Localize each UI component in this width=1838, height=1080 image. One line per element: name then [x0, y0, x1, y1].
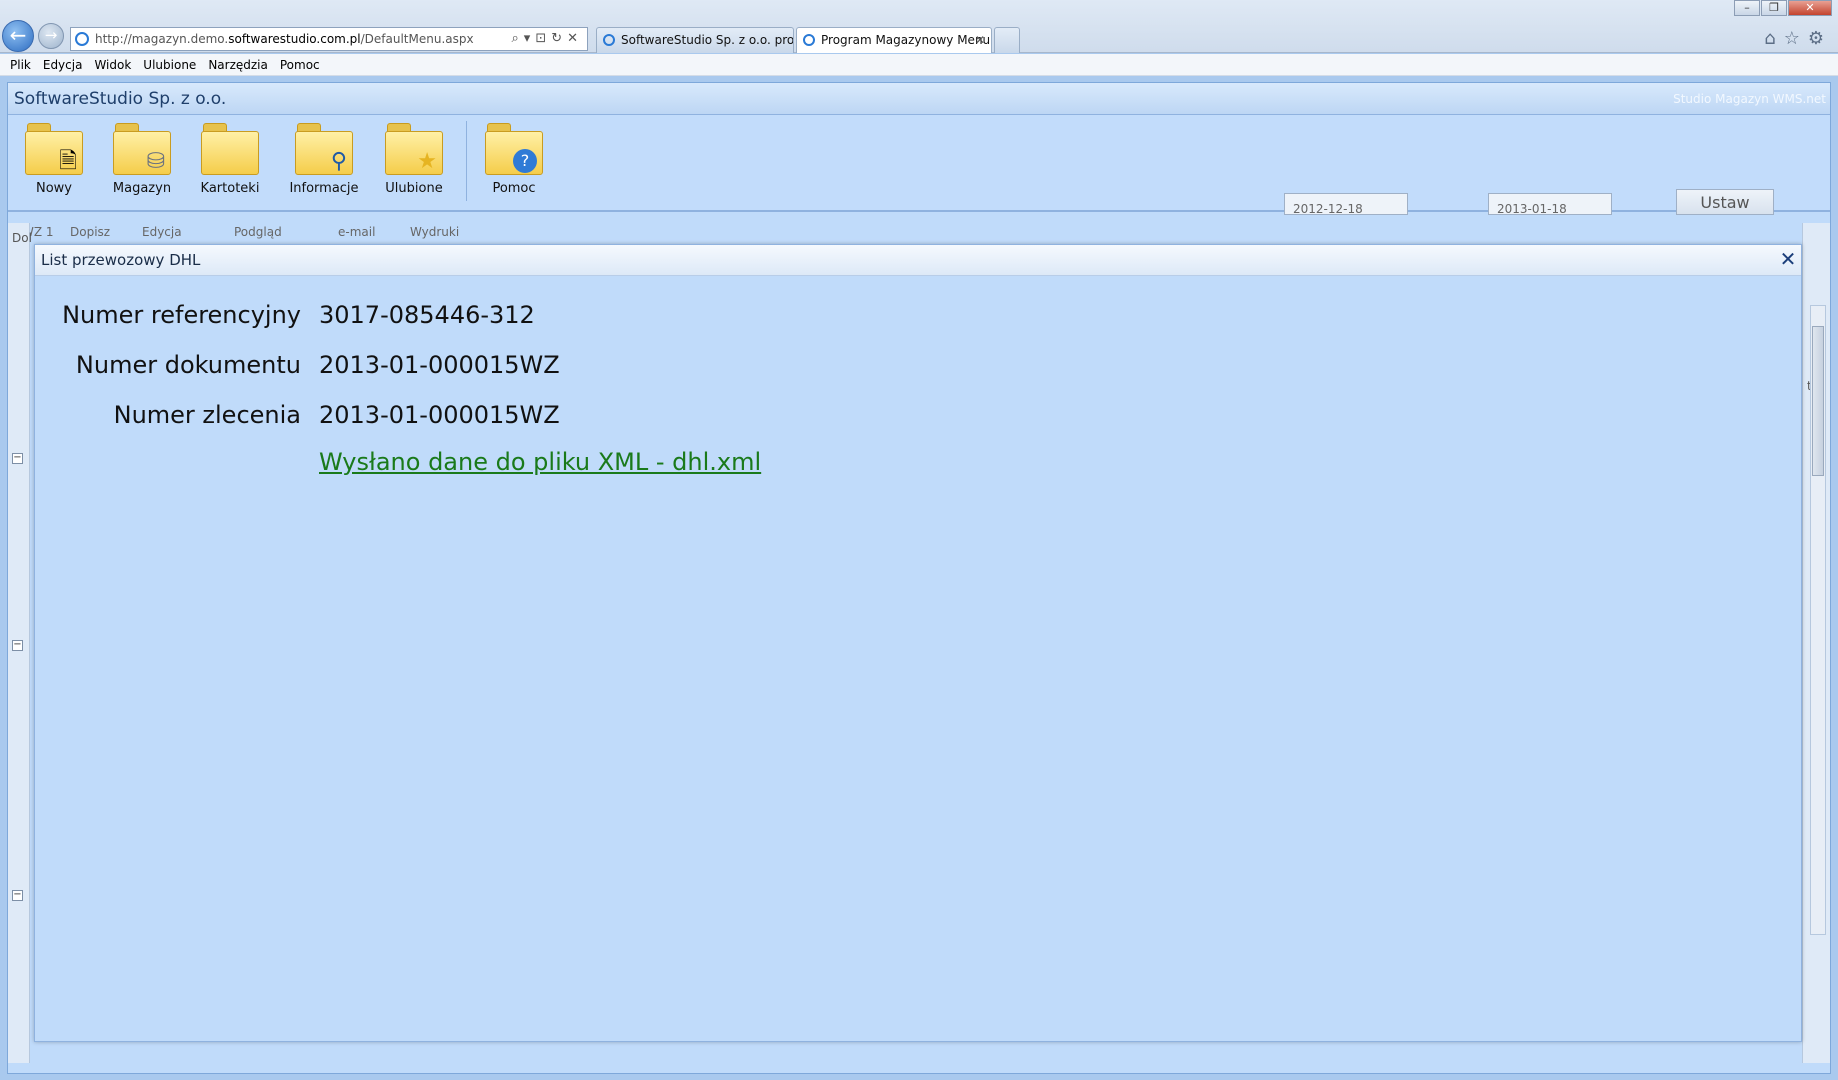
close-window-icon[interactable]: ✕ — [1788, 0, 1832, 16]
dialog-header: List przewozowy DHL ✕ — [35, 245, 1801, 276]
list-left-column: Dol − − − — [8, 223, 32, 1063]
folder-icon: 🗎 — [25, 123, 83, 175]
magnifier-icon: ⚲ — [330, 149, 347, 174]
address-tools-icons[interactable]: ⌕▾⊡↻✕ — [512, 28, 583, 50]
toolbar-dopisz-button[interactable]: Dopisz — [70, 225, 110, 239]
field-value: 3017-085446-312 — [319, 301, 535, 329]
toolbar-wydruki-button[interactable]: Wydruki — [410, 225, 459, 239]
home-icon[interactable]: ⌂ — [1764, 28, 1783, 49]
field-numer-dokumentu: Numer dokumentu 2013-01-000015WZ — [35, 351, 1801, 391]
ribbon-informacje-button[interactable]: ⚲ Informacje — [284, 123, 364, 196]
address-path: /DefaultMenu.aspx — [360, 32, 474, 46]
browser-menubar: Plik Edycja Widok Ulubione Narzędzia Pom… — [0, 54, 1838, 76]
ribbon-ulubione-button[interactable]: ★ Ulubione — [374, 123, 454, 196]
field-label: Numer zlecenia — [113, 401, 301, 429]
star-icon: ★ — [417, 149, 437, 174]
toolbar-email-button[interactable]: e-mail — [338, 225, 375, 239]
list-toolbar: WZ 1 Dopisz Edycja Podgląd e-mail Wydruk… — [8, 219, 1830, 243]
minimize-icon[interactable]: – — [1734, 0, 1760, 16]
xml-export-link[interactable]: Wysłano dane do pliku XML - dhl.xml — [319, 448, 761, 476]
address-prefix: http://magazyn.demo. — [95, 32, 229, 46]
menu-edycja[interactable]: Edycja — [43, 58, 83, 72]
ribbon-label: Magazyn — [112, 181, 172, 196]
dhl-waybill-dialog: List przewozowy DHL ✕ Numer referencyjny… — [34, 244, 1802, 1042]
ribbon-magazyn-button[interactable]: ⛁ Magazyn — [102, 123, 182, 196]
ustaw-button[interactable]: Ustaw — [1676, 189, 1774, 215]
field-value: 2013-01-000015WZ — [319, 351, 560, 379]
folder-icon — [201, 123, 259, 175]
address-bar[interactable]: http://magazyn.demo.softwarestudio.com.p… — [70, 27, 588, 51]
document-icon: 🗎 — [59, 149, 77, 174]
favorites-star-icon[interactable]: ☆ — [1784, 28, 1808, 49]
app-header: SoftwareStudio Sp. z o.o. Studio Magazyn… — [8, 83, 1830, 115]
tab-softwarestudio[interactable]: SoftwareStudio Sp. z o.o. prod... — [596, 27, 794, 53]
ie-icon — [803, 34, 815, 46]
scrollbar-thumb[interactable] — [1812, 326, 1824, 476]
app-title: SoftwareStudio Sp. z o.o. — [14, 89, 227, 109]
field-numer-referencyjny: Numer referencyjny 3017-085446-312 — [35, 301, 1801, 341]
ribbon-kartoteki-button[interactable]: Kartoteki — [190, 123, 270, 196]
back-button[interactable]: ← — [2, 20, 34, 52]
menu-widok[interactable]: Widok — [94, 58, 131, 72]
forward-button[interactable]: → — [38, 23, 64, 49]
dialog-title: List przewozowy DHL — [41, 251, 201, 269]
ribbon-nowy-button[interactable]: 🗎 Nowy — [14, 123, 94, 196]
address-host: softwarestudio.com.pl — [228, 32, 361, 46]
ribbon-separator — [466, 121, 467, 201]
ribbon-label: Kartoteki — [200, 181, 260, 196]
folder-icon: ⚲ — [295, 123, 353, 175]
field-label: Numer dokumentu — [75, 351, 301, 379]
date-to-field[interactable]: 2013-01-18 — [1488, 193, 1612, 215]
field-value: 2013-01-000015WZ — [319, 401, 560, 429]
folder-icon: ⛁ — [113, 123, 171, 175]
collapse-icon[interactable]: − — [12, 640, 23, 651]
column-header-dol: Dol — [12, 231, 32, 245]
window-controls: – ❐ ✕ — [1733, 0, 1832, 16]
help-icon: ? — [513, 149, 537, 173]
field-label: Numer referencyjny — [62, 301, 301, 329]
menu-narzedzia[interactable]: Narzędzia — [208, 58, 268, 72]
dialog-close-icon[interactable]: ✕ — [1777, 248, 1799, 270]
menu-ulubione[interactable]: Ulubione — [143, 58, 196, 72]
tab-label: Program Magazynowy Menu — [821, 33, 991, 47]
collapse-icon[interactable]: − — [12, 453, 23, 464]
gear-icon[interactable]: ⚙ — [1808, 28, 1832, 49]
field-numer-zlecenia: Numer zlecenia 2013-01-000015WZ — [35, 401, 1801, 441]
tab-program-magazynowy[interactable]: Program Magazynowy Menu ✕ — [796, 27, 992, 53]
new-tab-button[interactable] — [994, 27, 1020, 53]
toolbar-podglad-button[interactable]: Podgląd — [234, 225, 282, 239]
ie-icon — [603, 34, 615, 46]
list-scrollbar[interactable] — [1810, 305, 1826, 935]
ribbon-label: Nowy — [35, 181, 72, 196]
date-from-field[interactable]: 2012-12-18 — [1284, 193, 1408, 215]
tab-label: SoftwareStudio Sp. z o.o. prod... — [621, 33, 794, 47]
toolbar-edycja-button[interactable]: Edycja — [142, 225, 182, 239]
ie-icon — [75, 32, 89, 46]
ribbon-pomoc-button[interactable]: ? Pomoc — [474, 123, 554, 196]
ribbon-label: Ulubione — [385, 181, 443, 196]
browser-right-icons: ⌂☆⚙ — [1764, 28, 1832, 49]
database-icon: ⛁ — [146, 149, 165, 174]
folder-icon: ★ — [385, 123, 443, 175]
tab-close-icon[interactable]: ✕ — [975, 28, 985, 52]
ribbon-label: Pomoc — [492, 181, 536, 196]
menu-plik[interactable]: Plik — [10, 58, 31, 72]
browser-chrome: – ❐ ✕ ← → http://magazyn.demo.softwarest… — [0, 0, 1838, 53]
collapse-icon[interactable]: − — [12, 890, 23, 901]
restore-icon[interactable]: ❐ — [1761, 0, 1787, 16]
ribbon-label: Informacje — [289, 181, 359, 196]
folder-icon: ? — [485, 123, 543, 175]
app-subtitle: Studio Magazyn WMS.net — [1673, 92, 1826, 106]
menu-pomoc[interactable]: Pomoc — [280, 58, 320, 72]
